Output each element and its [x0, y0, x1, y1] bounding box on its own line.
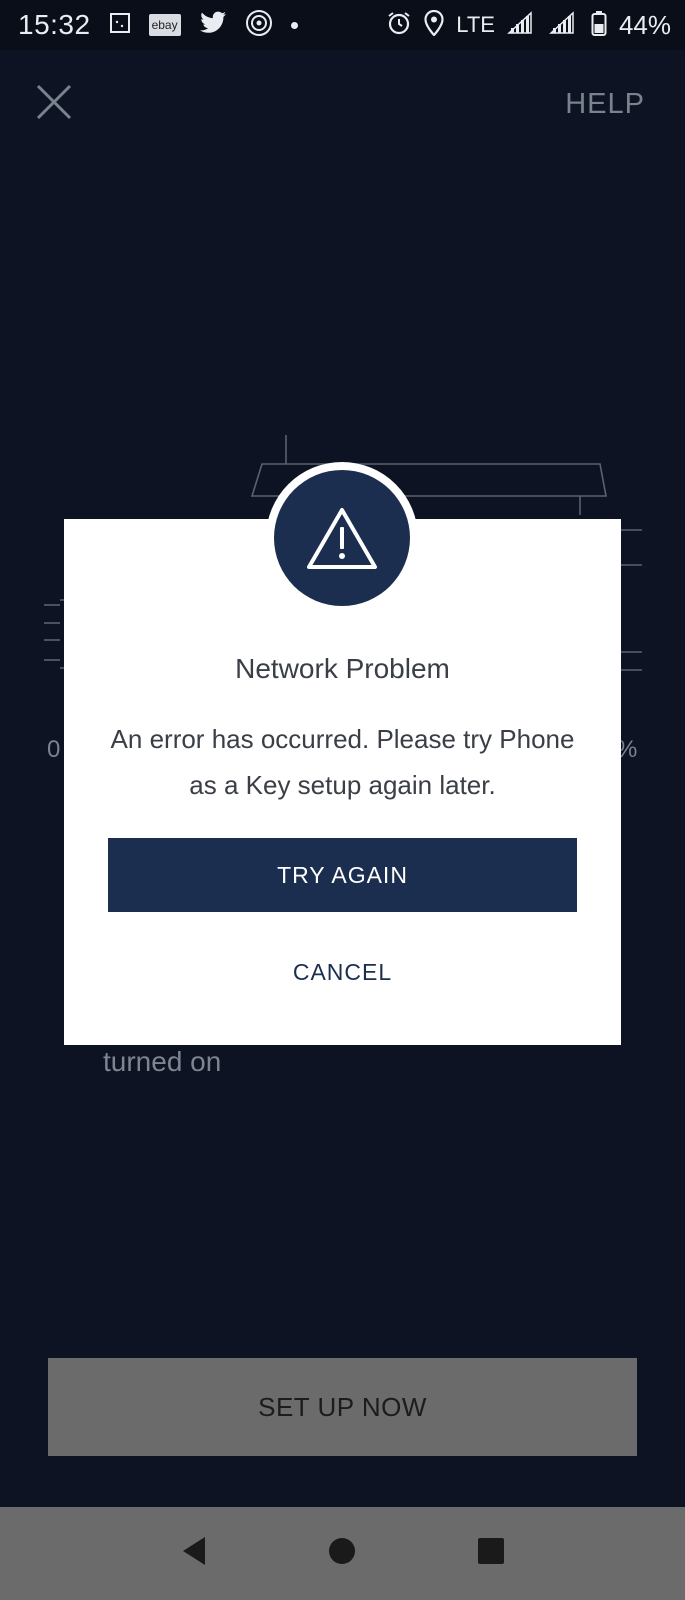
progress-percent-left: 0: [47, 736, 61, 763]
notification-dot-icon: [290, 21, 298, 29]
alarm-icon: [386, 10, 412, 41]
dialog-message: An error has occurred. Please try Phone …: [110, 724, 575, 800]
status-time: 15:32: [18, 9, 91, 40]
signal-icon: [549, 10, 579, 40]
status-notification-icons: ebay: [109, 9, 298, 42]
ebay-icon: ebay: [148, 14, 181, 36]
warning-badge: [274, 470, 410, 606]
status-system-icons: LTE 44%: [386, 9, 671, 41]
signal-icon: [507, 10, 537, 40]
try-again-button[interactable]: TRY AGAIN: [108, 838, 577, 912]
dialog-title: Network Problem: [235, 653, 450, 684]
home-icon[interactable]: [327, 1536, 357, 1571]
battery-icon: [591, 10, 607, 41]
warning-icon: [307, 508, 377, 569]
set-up-now-button[interactable]: SET UP NOW: [48, 1358, 637, 1456]
instruction-text: turned on: [103, 1046, 222, 1077]
screenshot-icon: [109, 12, 131, 39]
twitter-icon: [199, 11, 227, 40]
help-link[interactable]: HELP: [565, 88, 645, 121]
recents-icon[interactable]: [476, 1536, 506, 1571]
back-icon[interactable]: [179, 1535, 209, 1572]
navigation-bar: [0, 1507, 685, 1600]
close-icon: [36, 84, 72, 120]
status-bar: 15:32 ebay LTE 44%: [0, 0, 685, 50]
hotspot-icon: [245, 9, 273, 42]
network-type: LTE: [456, 12, 495, 37]
battery-percent: 44%: [618, 9, 671, 40]
location-icon: [424, 9, 444, 41]
cancel-button[interactable]: CANCEL: [108, 944, 577, 1000]
close-button[interactable]: [34, 82, 74, 122]
